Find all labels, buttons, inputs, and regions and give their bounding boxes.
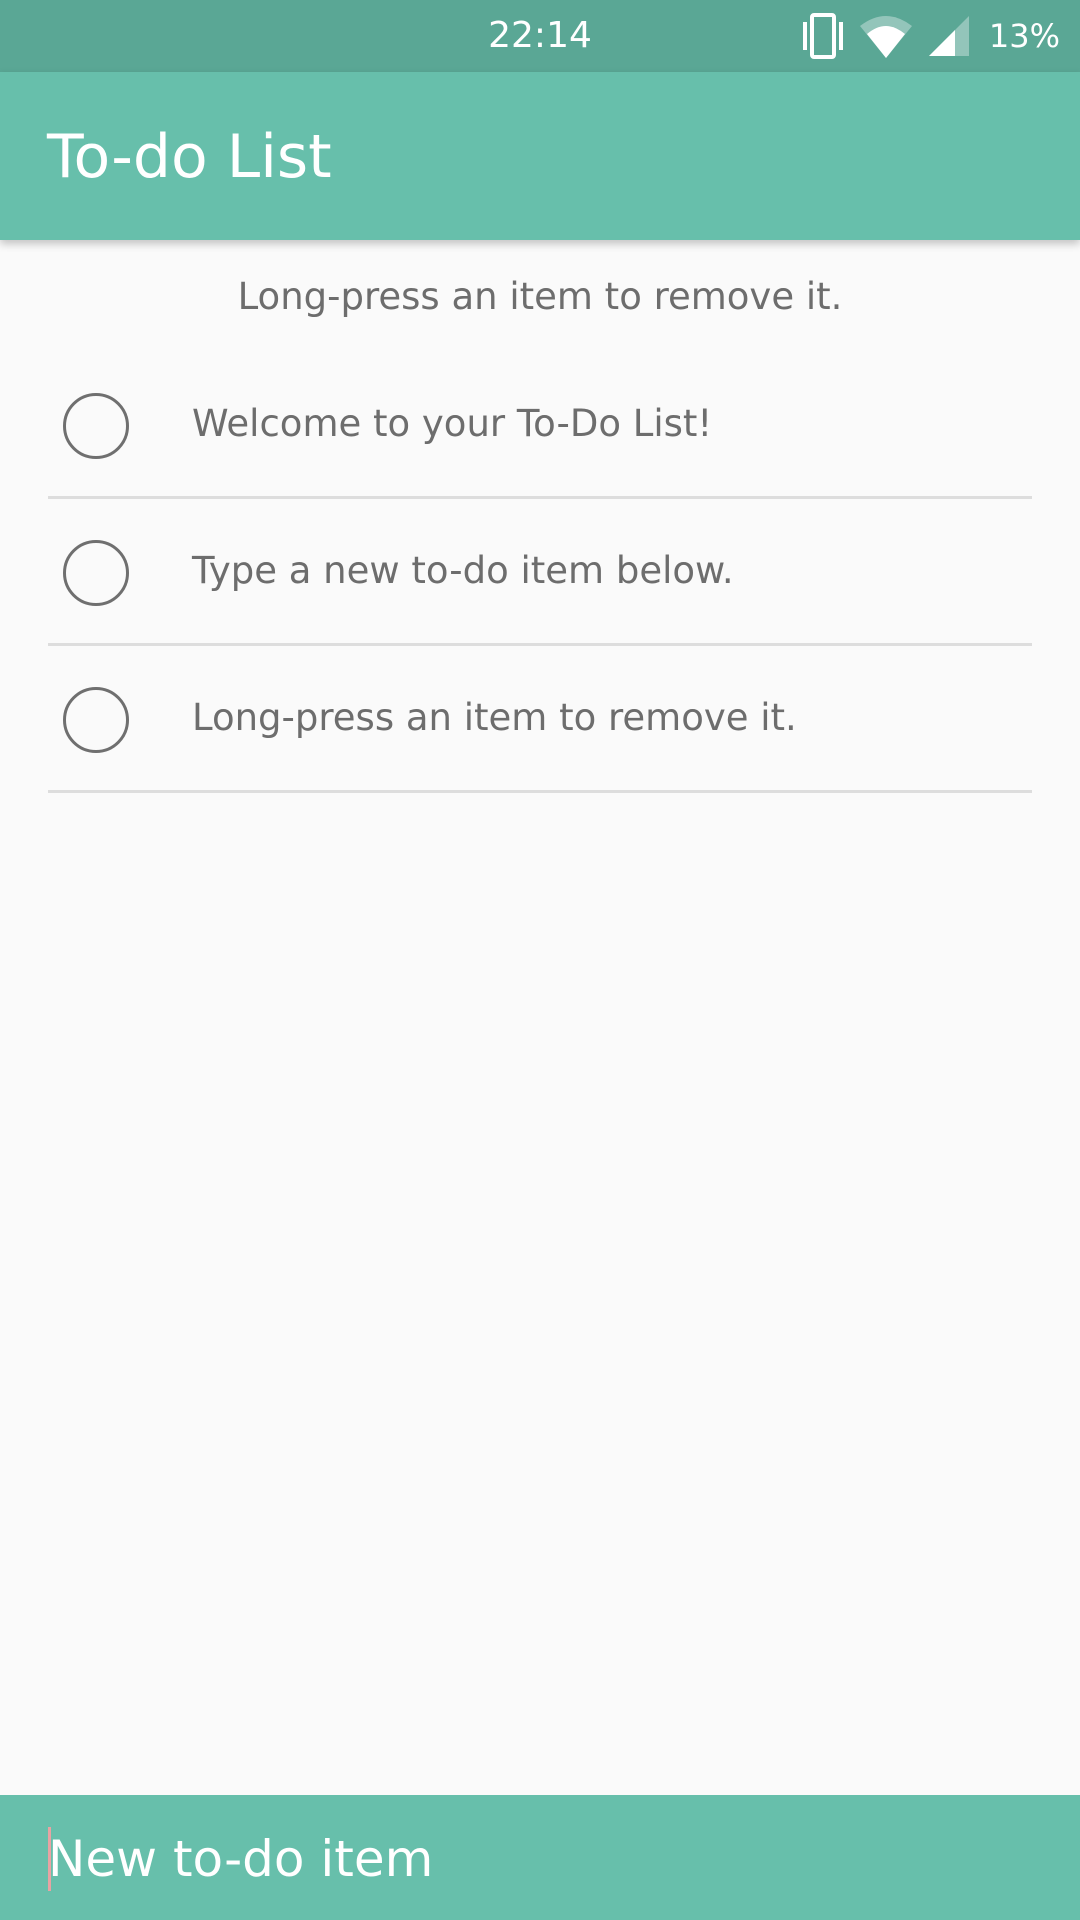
new-item-input[interactable]: [48, 1821, 1048, 1897]
todo-item-text: Long-press an item to remove it.: [192, 696, 797, 739]
cellular-signal-icon: [927, 14, 971, 58]
app-title: To-do List: [47, 122, 332, 192]
status-bar: 22:14 13%: [0, 0, 1080, 72]
todo-checkbox[interactable]: [63, 540, 129, 606]
battery-percentage: 13%: [988, 17, 1060, 55]
todo-item[interactable]: Long-press an item to remove it.: [48, 646, 1032, 793]
todo-list: Welcome to your To-Do List! Type a new t…: [48, 352, 1032, 793]
new-item-bar: [0, 1795, 1080, 1920]
todo-checkbox[interactable]: [63, 393, 129, 459]
todo-item[interactable]: Welcome to your To-Do List!: [48, 352, 1032, 499]
todo-checkbox[interactable]: [63, 687, 129, 753]
hint-text: Long-press an item to remove it.: [237, 275, 843, 318]
app-bar: To-do List: [0, 72, 1080, 240]
todo-item-text: Type a new to-do item below.: [192, 549, 734, 592]
todo-item-text: Welcome to your To-Do List!: [192, 402, 713, 445]
vibrate-icon: [801, 12, 845, 60]
wifi-icon: [859, 14, 913, 58]
status-icons: 13%: [801, 12, 1060, 60]
todo-item[interactable]: Type a new to-do item below.: [48, 499, 1032, 646]
